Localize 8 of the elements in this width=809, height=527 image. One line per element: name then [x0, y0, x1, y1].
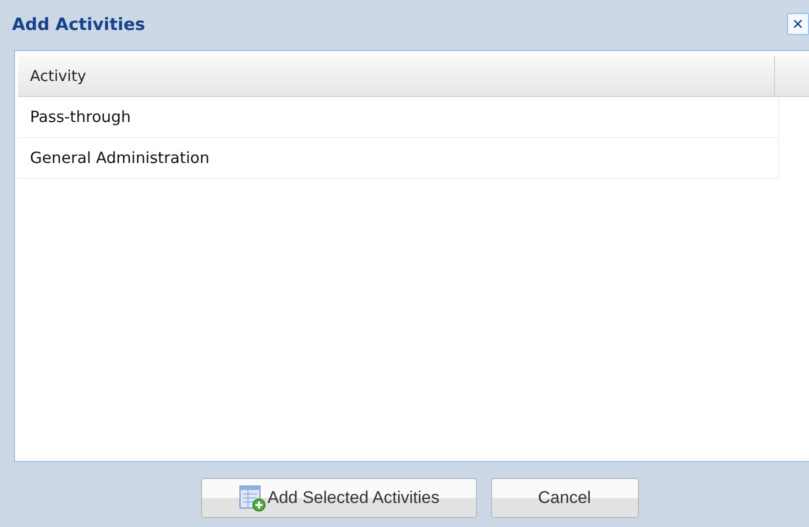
close-button[interactable]: ✕ [787, 13, 809, 35]
window-title: Add Activities [12, 15, 146, 35]
column-header[interactable]: Activity [18, 56, 775, 96]
table-add-icon [238, 484, 266, 512]
add-selected-button[interactable]: Add Selected Activities [200, 478, 476, 518]
table-row[interactable]: General Administration [18, 138, 779, 179]
table-row[interactable]: Pass-through [18, 97, 779, 138]
cancel-button[interactable]: Cancel [490, 478, 638, 518]
